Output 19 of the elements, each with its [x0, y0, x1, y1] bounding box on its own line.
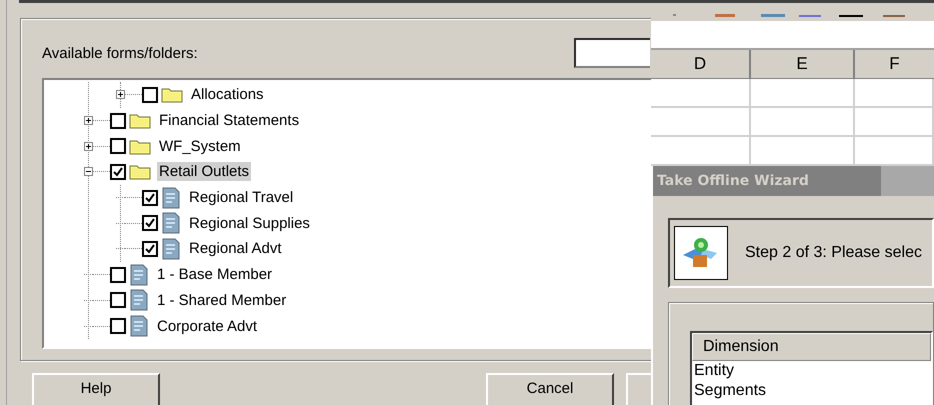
- step-text: Step 2 of 3: Please selec: [745, 244, 922, 262]
- tree-item[interactable]: Retail Outlets: [157, 162, 252, 182]
- tree-item[interactable]: 1 - Shared Member: [155, 290, 288, 310]
- tree-item[interactable]: Regional Travel: [187, 188, 296, 208]
- tree-item[interactable]: WF_System: [157, 136, 243, 156]
- tree-item[interactable]: Regional Supplies: [187, 214, 312, 233]
- column-header[interactable]: F: [855, 50, 934, 78]
- column-header[interactable]: Dimension: [692, 333, 931, 361]
- tree-item[interactable]: Corporate Advt: [155, 316, 260, 336]
- list-item[interactable]: Entity: [692, 361, 931, 381]
- tree-item[interactable]: Allocations: [189, 85, 266, 104]
- dialog-button[interactable]: Help: [32, 373, 160, 405]
- tree-item[interactable]: 1 - Base Member: [155, 265, 274, 284]
- section-label: Available forms/folders:: [42, 44, 198, 62]
- dialog-button[interactable]: Cancel: [486, 373, 614, 405]
- window-title: Take Offline Wizard: [657, 173, 809, 189]
- list-item[interactable]: Segments: [692, 381, 931, 401]
- tree-item[interactable]: Financial Statements: [157, 111, 302, 130]
- tree-item[interactable]: Regional Advt: [187, 239, 284, 258]
